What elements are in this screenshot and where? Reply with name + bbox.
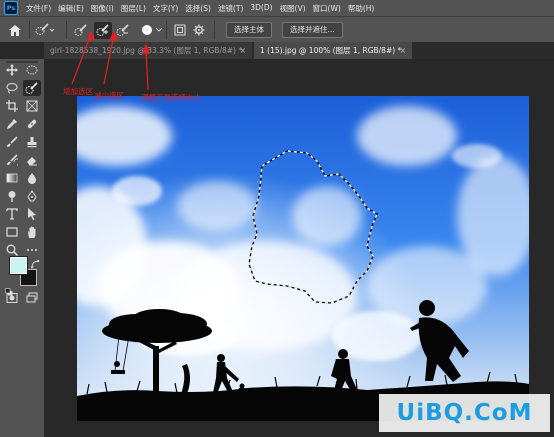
gradient-tool-icon[interactable] [4, 171, 20, 185]
watermark-text: UiBQ.CoM [396, 400, 533, 426]
subtract-from-selection-icon[interactable] [114, 22, 132, 39]
clone-stamp-tool-icon[interactable] [24, 135, 40, 149]
new-selection-brush-icon[interactable] [72, 22, 90, 39]
screen-mode-icon[interactable] [24, 291, 40, 305]
menu-layer[interactable]: 图层(L) [121, 3, 146, 14]
frame-tool-icon[interactable] [24, 99, 40, 113]
menu-edit[interactable]: 编辑(E) [58, 3, 84, 14]
tab-girl-document[interactable]: girl-1828538_1920.jpg @ 33.3% (图层 1, RGB… [44, 42, 252, 59]
menu-type[interactable]: 文字(Y) [153, 3, 178, 14]
close-icon[interactable]: × [240, 42, 246, 59]
add-to-selection-icon[interactable] [94, 21, 112, 39]
menu-select[interactable]: 选择(S) [185, 3, 211, 14]
menu-file[interactable]: 文件(F) [26, 3, 51, 14]
photoshop-logo[interactable]: Ps [4, 1, 18, 15]
hand-tool-icon[interactable] [24, 225, 40, 239]
home-icon[interactable] [6, 21, 24, 39]
menu-window[interactable]: 窗口(W) [313, 3, 341, 14]
eyedropper-tool-icon[interactable] [4, 117, 20, 131]
tab-label: 1 (15).jpg @ 100% (图层 1, RGB/8#) * [260, 46, 402, 55]
eraser-tool-icon[interactable] [24, 153, 40, 167]
foreground-color-swatch[interactable] [9, 256, 28, 275]
dodge-tool-icon[interactable] [4, 189, 20, 203]
spot-healing-tool-icon[interactable] [24, 117, 40, 131]
menu-help[interactable]: 帮助(H) [348, 3, 375, 14]
select-subject-button[interactable]: 选择主体 [226, 22, 272, 38]
crop-tool-icon[interactable] [4, 99, 20, 113]
pen-tool-icon[interactable] [24, 189, 40, 203]
lasso-tool-icon[interactable] [4, 81, 20, 95]
select-and-mask-button[interactable]: 选择并遮住... [282, 22, 343, 38]
sky-silhouette-photo [77, 96, 529, 421]
close-icon[interactable]: × [400, 42, 406, 59]
gear-icon[interactable] [192, 21, 206, 39]
menu-items: 文件(F) 编辑(E) 图像(I) 图层(L) 文字(Y) 选择(S) 滤镜(T… [26, 3, 374, 14]
brush-size-value: 78 [141, 27, 149, 34]
site-watermark: UiBQ.CoM [379, 394, 550, 432]
options-bar: 选择主体 选择并遮住... [0, 16, 554, 42]
path-selection-tool-icon[interactable] [24, 207, 40, 221]
tab-label: girl-1828538_1920.jpg @ 33.3% (图层 1, RGB… [50, 46, 243, 55]
document-tab-bar: girl-1828538_1920.jpg @ 33.3% (图层 1, RGB… [44, 42, 554, 59]
menu-filter[interactable]: 滤镜(T) [218, 3, 243, 14]
quick-selection-preset-icon [35, 21, 55, 40]
tab-sky-document[interactable]: 1 (15).jpg @ 100% (图层 1, RGB/8#) * × [254, 42, 412, 59]
image-canvas[interactable] [77, 96, 529, 421]
zoom-tool-icon[interactable] [4, 243, 20, 257]
tool-preset-picker[interactable] [34, 21, 56, 39]
menu-3d[interactable]: 3D(D) [250, 3, 272, 14]
marquee-tool-icon[interactable] [24, 63, 40, 77]
brush-tool-icon[interactable] [4, 135, 20, 149]
blur-tool-icon[interactable] [24, 171, 40, 185]
chevron-down-icon[interactable] [155, 21, 163, 39]
menu-bar: Ps 文件(F) 编辑(E) 图像(I) 图层(L) 文字(Y) 选择(S) 滤… [0, 0, 554, 16]
menu-image[interactable]: 图像(I) [91, 3, 114, 14]
menu-view[interactable]: 视图(V) [280, 3, 306, 14]
annotation-adjust-tool-size: 调整工具选择大小 [141, 93, 201, 102]
type-tool-icon[interactable] [4, 207, 20, 221]
tools-panel [0, 59, 44, 437]
rectangle-tool-icon[interactable] [4, 225, 20, 239]
quick-selection-tool-icon[interactable] [23, 80, 41, 96]
sample-all-layers-icon[interactable] [172, 21, 188, 39]
history-brush-tool-icon[interactable] [4, 153, 20, 167]
annotation-add-selection: 增加选区 [63, 87, 93, 96]
move-tool-icon[interactable] [4, 63, 20, 77]
quick-mask-icon[interactable] [4, 291, 20, 305]
annotation-subtract-selection: 减少选区 [94, 91, 124, 100]
